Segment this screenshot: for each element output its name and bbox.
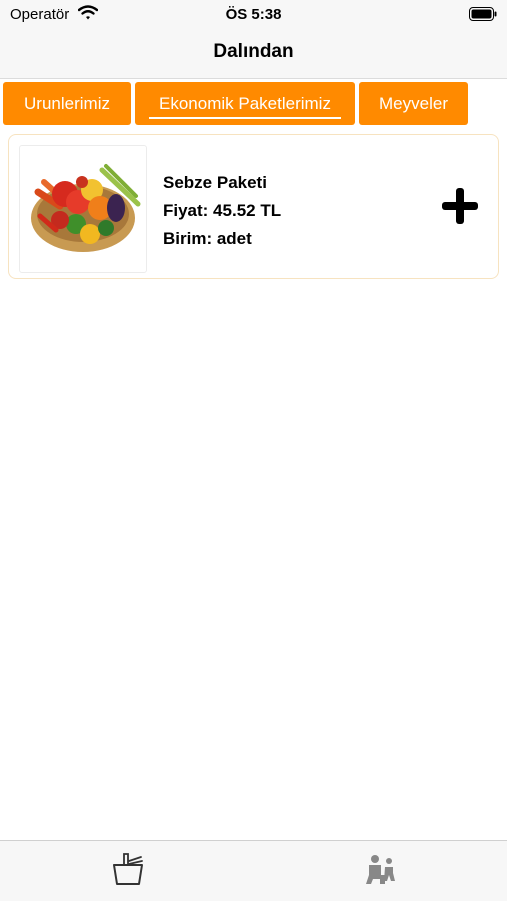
product-name: Sebze Paketi (163, 173, 267, 192)
tab-label: Meyveler (379, 94, 448, 113)
product-unit: Birim: adet (163, 229, 252, 248)
tab-meyveler[interactable]: Meyveler (359, 82, 468, 125)
status-bar: Operatör ÖS 5:38 (0, 0, 507, 30)
product-price: Fiyat: 45.52 TL (163, 201, 282, 220)
battery-icon (469, 7, 497, 26)
navigation-bar: Dalından (0, 30, 507, 79)
status-time: ÖS 5:38 (225, 6, 282, 23)
add-to-cart-button[interactable] (440, 186, 480, 226)
tab-bar-profile[interactable] (360, 851, 400, 887)
tab-label: Urunlerimiz (24, 94, 110, 113)
tab-label: Ekonomik Paketlerimiz (159, 94, 331, 113)
tab-urunlerimiz[interactable]: Urunlerimiz (3, 82, 131, 125)
person-icon (366, 855, 395, 884)
plus-icon (442, 188, 478, 224)
tab-bar-basket[interactable] (108, 851, 148, 887)
vegetable-basket-image (19, 145, 147, 273)
basket-icon (113, 853, 143, 885)
page-title: Dalından (213, 41, 294, 62)
tab-ekonomik-paketlerimiz[interactable]: Ekonomik Paketlerimiz (135, 82, 355, 125)
tab-bar (0, 840, 507, 901)
product-card[interactable]: Sebze Paketi Fiyat: 45.52 TL Birim: adet (8, 134, 499, 279)
selected-tab-indicator (149, 117, 341, 119)
product-info: Sebze Paketi Fiyat: 45.52 TL Birim: adet (163, 169, 281, 253)
category-tabs: Urunlerimiz Ekonomik Paketlerimiz Meyvel… (0, 80, 507, 128)
